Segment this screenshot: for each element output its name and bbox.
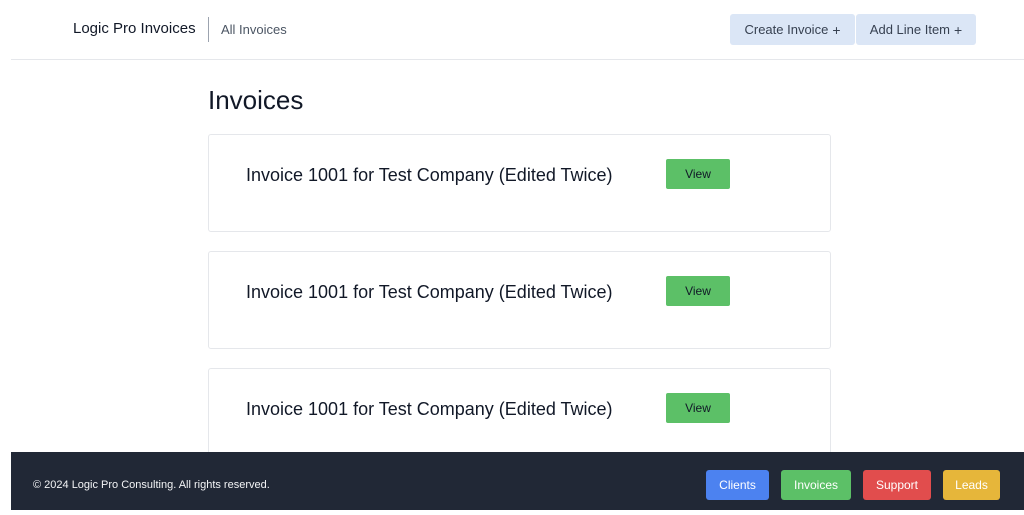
add-line-item-button[interactable]: Add Line Item + (856, 14, 976, 45)
top-navbar: Logic Pro Invoices All Invoices Create I… (11, 0, 1024, 60)
add-line-item-label: Add Line Item (869, 22, 951, 37)
invoice-card: Invoice 1001 for Test Company (Edited Tw… (208, 134, 831, 232)
footer-leads-button[interactable]: Leads (943, 470, 1000, 500)
plus-icon: + (832, 21, 841, 38)
invoice-title: Invoice 1001 for Test Company (Edited Tw… (246, 165, 613, 185)
view-invoice-button[interactable]: View (666, 393, 730, 423)
brand-title[interactable]: Logic Pro Invoices (73, 20, 196, 37)
invoice-card: Invoice 1001 for Test Company (Edited Tw… (208, 251, 831, 349)
brand-divider (208, 17, 209, 42)
view-invoice-button[interactable]: View (666, 159, 730, 189)
footer-invoices-button[interactable]: Invoices (781, 470, 851, 500)
create-invoice-button[interactable]: Create Invoice + (730, 14, 855, 45)
invoice-title: Invoice 1001 for Test Company (Edited Tw… (246, 399, 613, 419)
view-invoice-button[interactable]: View (666, 276, 730, 306)
copyright-text: © 2024 Logic Pro Consulting. All rights … (33, 479, 270, 491)
footer-clients-button[interactable]: Clients (706, 470, 769, 500)
footer-support-button[interactable]: Support (863, 470, 931, 500)
page: Logic Pro Invoices All Invoices Create I… (0, 0, 1024, 515)
plus-icon: + (954, 21, 963, 38)
page-title: Invoices (208, 85, 304, 115)
all-invoices-link[interactable]: All Invoices (221, 22, 287, 37)
create-invoice-label: Create Invoice (744, 22, 829, 37)
footer: © 2024 Logic Pro Consulting. All rights … (11, 452, 1024, 510)
invoice-title: Invoice 1001 for Test Company (Edited Tw… (246, 282, 613, 302)
